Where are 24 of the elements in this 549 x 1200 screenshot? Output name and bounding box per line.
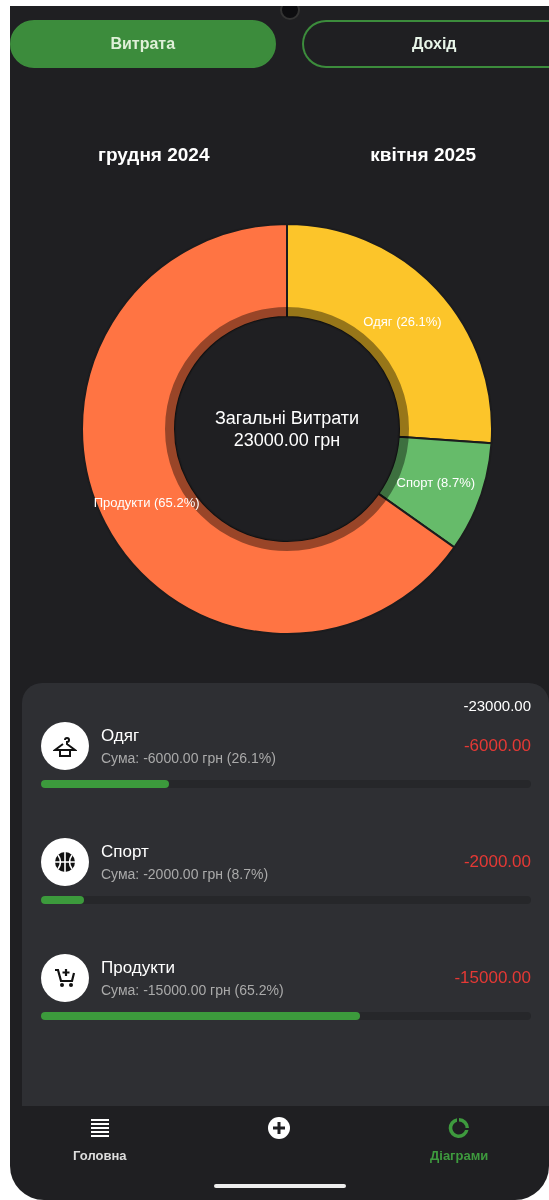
category-name: Одяг <box>101 726 141 746</box>
nav-item[interactable]: Головна <box>10 1116 190 1176</box>
category-sum: Сума: -2000.00 грн (8.7%) <box>101 866 270 882</box>
category-icon <box>41 722 89 770</box>
slice-label: Одяг (26.1%) <box>363 314 442 330</box>
total-amount: -23000.00 <box>463 697 531 714</box>
category-icon <box>41 838 89 886</box>
category-sum: Сума: -15000.00 грн (65.2%) <box>101 982 285 998</box>
donut-chart-icon <box>447 1116 472 1140</box>
category-name: Продукти <box>101 958 177 978</box>
nav-item[interactable]: Діаграми <box>369 1116 549 1176</box>
add-icon <box>267 1116 292 1140</box>
chart-center-title: Загальні Витрати <box>214 407 360 429</box>
chart-center-amount: 23000.00 грн <box>233 429 341 451</box>
category-amount: -2000.00 <box>463 852 531 872</box>
category-icon <box>41 954 89 1002</box>
category-amount: -6000.00 <box>463 736 531 756</box>
category-amount: -15000.00 <box>454 968 531 988</box>
category-name: Спорт <box>101 842 150 862</box>
start-date[interactable]: грудня 2024 <box>79 144 210 166</box>
category-sum: Сума: -6000.00 грн (26.1%) <box>101 750 277 766</box>
camera-hole <box>280 6 300 20</box>
end-date[interactable]: квітня 2025 <box>352 144 477 166</box>
slice-label: Спорт (8.7%) <box>396 475 476 491</box>
